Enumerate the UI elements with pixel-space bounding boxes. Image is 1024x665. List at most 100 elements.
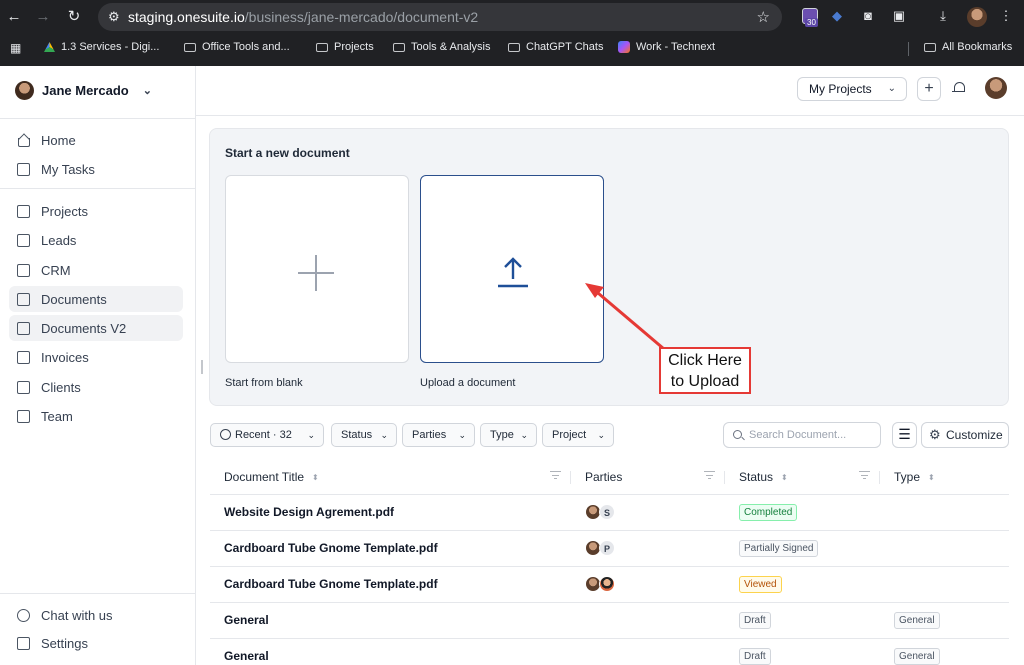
status-badge: Completed <box>739 503 798 521</box>
sidebar-item-crm[interactable]: CRM <box>9 257 183 283</box>
avatar[interactable] <box>985 77 1007 99</box>
more-menu-icon[interactable]: ⋮ <box>998 8 1014 24</box>
table-row[interactable]: General Draft General <box>210 602 1009 639</box>
filter-icon[interactable] <box>550 471 561 480</box>
documents-icon <box>17 292 30 306</box>
gear-icon: ⚙ <box>929 427 941 442</box>
sidebar-item-leads[interactable]: Leads <box>9 227 183 253</box>
bookmark-item[interactable]: ChatGPT Chats <box>508 41 603 53</box>
sidebar-resize-handle[interactable] <box>201 360 203 374</box>
status-badge: Draft <box>739 611 771 629</box>
chevron-down-icon: ⌄ <box>307 430 315 440</box>
section-title: Start a new document <box>225 146 350 160</box>
status-filter[interactable]: Status ⌄ <box>331 423 397 447</box>
reload-icon[interactable]: ↻ <box>65 8 83 26</box>
divider <box>0 593 196 594</box>
documents-v2-icon <box>17 321 30 335</box>
forward-icon[interactable]: → <box>34 8 52 26</box>
filter-icon[interactable] <box>704 471 715 480</box>
column-header[interactable]: Document Title ⬍ <box>210 460 571 495</box>
sidebar-item-my-tasks[interactable]: My Tasks <box>9 156 183 182</box>
extension-calendar-icon[interactable]: 30 <box>802 8 818 27</box>
recent-filter[interactable]: Recent · 32 ⌄ <box>210 423 324 447</box>
address-bar[interactable]: ⚙ staging.onesuite.io/business/jane-merc… <box>98 3 782 31</box>
type-filter[interactable]: Type ⌄ <box>480 423 537 447</box>
type-cell <box>880 494 1009 531</box>
column-header[interactable]: Status ⬍ <box>725 460 880 495</box>
table-header: Document Title ⬍ Parties Status ⬍ Type ⬍ <box>210 460 1009 495</box>
bookmark-item[interactable]: 1.3 Services - Digi... <box>44 41 159 53</box>
sidebar-item-documents-v2[interactable]: Documents V2 <box>9 315 183 341</box>
customize-button[interactable]: ⚙ Customize <box>921 422 1009 448</box>
bookmark-item[interactable]: Tools & Analysis <box>393 41 490 53</box>
settings-link[interactable]: Settings <box>9 630 183 656</box>
bookmark-star-icon[interactable]: ☆ <box>757 8 770 26</box>
bookmarks-bar: ▦ 1.3 Services - Digi... Office Tools an… <box>0 36 1024 60</box>
camera-icon[interactable]: ◙ <box>860 8 876 24</box>
sidebar-item-invoices[interactable]: Invoices <box>9 344 183 370</box>
document-title[interactable]: Cardboard Tube Gnome Template.pdf <box>210 566 571 603</box>
bookmark-item[interactable]: Office Tools and... <box>184 41 290 53</box>
sidebar-item-documents[interactable]: Documents <box>9 286 183 312</box>
type-badge: General <box>894 647 940 665</box>
sidebar-item-home[interactable]: Home <box>9 127 183 153</box>
add-button[interactable]: + <box>917 77 941 101</box>
profile-avatar[interactable] <box>967 7 987 27</box>
parties-cell <box>571 566 725 603</box>
table-row[interactable]: Cardboard Tube Gnome Template.pdf Viewed <box>210 566 1009 603</box>
document-title[interactable]: General <box>210 638 571 665</box>
user-switcher[interactable]: Jane Mercado ⌄ <box>15 81 152 100</box>
document-title[interactable]: Website Design Agrement.pdf <box>210 494 571 531</box>
table-row[interactable]: Website Design Agrement.pdf S Completed <box>210 494 1009 531</box>
sort-icon[interactable]: ⬍ <box>928 473 935 482</box>
settings-icon <box>17 636 30 650</box>
filter-icon[interactable] <box>859 471 870 480</box>
copilot-icon <box>618 41 630 53</box>
chevron-down-icon: ⌄ <box>142 85 152 97</box>
extensions-puzzle-icon[interactable]: ▣ <box>891 8 907 24</box>
user-name: Jane Mercado <box>42 83 129 98</box>
sidebar-item-clients[interactable]: Clients <box>9 374 183 400</box>
crm-icon <box>17 263 30 277</box>
upload-document-card[interactable] <box>420 175 604 363</box>
bookmarks-divider <box>908 42 909 56</box>
table-row[interactable]: Cardboard Tube Gnome Template.pdf P Part… <box>210 530 1009 567</box>
google-drive-icon <box>44 42 55 52</box>
search-input[interactable]: Search Document... <box>723 422 881 448</box>
bell-icon[interactable] <box>952 81 966 95</box>
document-title[interactable]: General <box>210 602 571 639</box>
chat-with-us[interactable]: Chat with us <box>9 602 183 628</box>
bookmark-item[interactable]: Projects <box>316 41 374 53</box>
status-cell: Partially Signed <box>725 530 880 567</box>
apps-grid-icon[interactable]: ▦ <box>10 41 21 55</box>
list-view-button[interactable]: ☰ <box>892 422 917 448</box>
project-filter[interactable]: Project ⌄ <box>542 423 614 447</box>
search-icon <box>733 430 742 439</box>
bookmark-item[interactable]: Work - Technext <box>618 41 715 53</box>
chevron-down-icon: ⌄ <box>458 430 466 440</box>
avatar <box>599 576 615 592</box>
status-cell: Viewed <box>725 566 880 603</box>
back-icon[interactable]: ← <box>5 8 23 26</box>
site-settings-icon[interactable]: ⚙ <box>108 9 120 25</box>
sidebar-item-projects[interactable]: Projects <box>9 198 183 224</box>
my-projects-dropdown[interactable]: My Projects ⌄ <box>797 77 907 101</box>
start-from-blank-card[interactable] <box>225 175 409 363</box>
all-bookmarks[interactable]: All Bookmarks <box>924 41 1012 53</box>
download-icon[interactable]: ⤓ <box>935 8 951 24</box>
clients-icon <box>17 380 30 394</box>
folder-icon <box>184 42 196 52</box>
table-row[interactable]: General Draft General <box>210 638 1009 665</box>
sidebar: Jane Mercado ⌄ Home My Tasks Projects Le… <box>0 66 196 665</box>
sort-icon[interactable]: ⬍ <box>781 473 788 482</box>
column-header[interactable]: Parties <box>571 460 725 495</box>
parties-filter[interactable]: Parties ⌄ <box>402 423 475 447</box>
extension-tag-icon[interactable]: ◆ <box>829 8 845 24</box>
sidebar-item-team[interactable]: Team <box>9 403 183 429</box>
divider <box>0 118 196 119</box>
folder-icon <box>316 42 328 52</box>
sort-icon[interactable]: ⬍ <box>312 473 319 482</box>
start-new-document-panel: Start a new document Start from blank Up… <box>209 128 1009 406</box>
column-header[interactable]: Type ⬍ <box>880 460 1009 495</box>
document-title[interactable]: Cardboard Tube Gnome Template.pdf <box>210 530 571 567</box>
